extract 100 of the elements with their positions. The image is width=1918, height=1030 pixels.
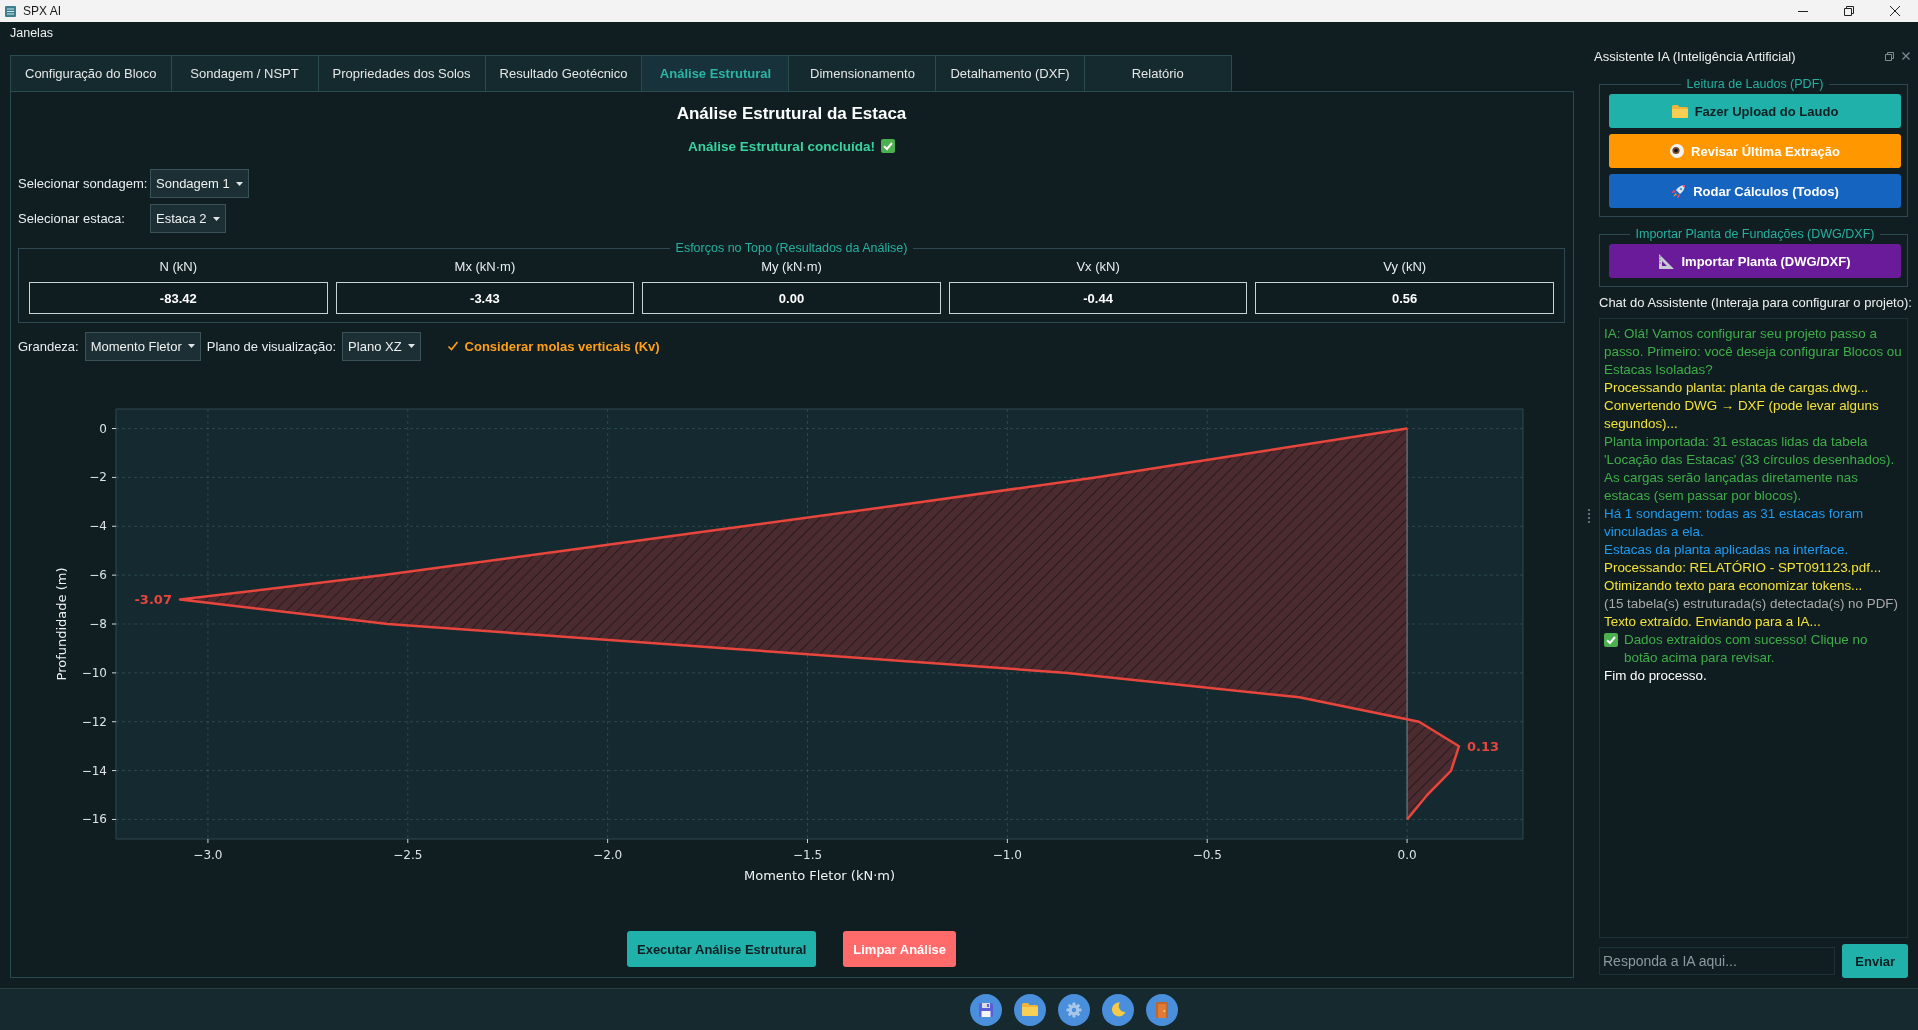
y-tick-label: −12: [81, 714, 107, 729]
import-button[interactable]: Importar Planta (DWG/DXF): [1609, 244, 1901, 278]
eye-icon: [1670, 144, 1685, 158]
y-tick-label: −4: [89, 519, 107, 534]
y-tick-label: −14: [81, 763, 107, 778]
result-field: -3.43: [335, 282, 635, 314]
gear-icon: [1066, 1001, 1082, 1018]
result-field: 0.56: [1255, 282, 1554, 314]
checkbox[interactable]: [446, 340, 459, 352]
upload-button[interactable]: Fazer Upload do Laudo: [1609, 94, 1901, 128]
chat-message: Otimizando texto para economizar tokens...: [1604, 577, 1864, 595]
status-message: Análise Estrutural concluída!: [688, 138, 875, 154]
group-title: Importar Planta de Fundações (DWG/DXF): [1634, 227, 1876, 241]
check-icon: [880, 139, 895, 153]
chat-message: Processando planta: planta de cargas.dwg...: [1604, 379, 1870, 397]
tab[interactable]: Configuração do Bloco: [10, 55, 172, 91]
field-label: Selecionar estaca:: [18, 211, 126, 226]
theme-button[interactable]: [1102, 993, 1134, 1026]
dropdown[interactable]: Plano XZ: [342, 331, 421, 361]
run-analysis-button[interactable]: Executar Análise Estrutural: [627, 931, 817, 967]
chat-message: Fim do processo.: [1604, 667, 1708, 685]
tab[interactable]: Sondagem / NSPT: [170, 55, 319, 91]
value-label: -3.07: [134, 592, 172, 608]
crescent-moon-icon: [1110, 1002, 1126, 1017]
minimize-icon: [1798, 10, 1808, 12]
triangle-ruler-icon: [1659, 253, 1675, 269]
chat-message: Estacas da planta aplicadas na interface.: [1604, 541, 1850, 559]
settings-button[interactable]: [1058, 993, 1090, 1026]
x-tick-label: −1.5: [792, 848, 823, 862]
close-icon: [1890, 6, 1900, 16]
tab[interactable]: Análise Estrutural: [641, 55, 790, 91]
chat-message: Dados extraídos com sucesso! Clique no botão acima para revisar.: [1624, 631, 1869, 667]
chat-message: Planta importada: 31 estacas lidas da tabela 'Locação das Estacas' (33 círculos desenhados). As cargas serão lançadas diretamente nas estacas (sem passar por blocos).: [1604, 433, 1896, 505]
open-button[interactable]: [1014, 993, 1046, 1026]
window-title: SPX AI: [23, 4, 62, 18]
result-field: 0.00: [642, 282, 941, 314]
y-tick-label: −10: [81, 665, 107, 680]
y-tick-label: −6: [89, 568, 107, 583]
dropdown[interactable]: Sondagem 1: [150, 169, 249, 198]
y-axis-label: Profundidade (m): [54, 567, 69, 681]
app-icon: [5, 5, 16, 17]
chat-message: (15 tabela(s) estruturada(s) detectada(s) no PDF): [1604, 595, 1899, 613]
x-tick-label: −0.5: [1192, 848, 1222, 862]
send-button[interactable]: Enviar: [1842, 944, 1908, 978]
tab[interactable]: Relatório: [1083, 55, 1232, 91]
exit-button[interactable]: [1146, 993, 1178, 1026]
close-icon[interactable]: [1902, 52, 1910, 60]
x-tick-label: −2.0: [593, 848, 623, 862]
tab[interactable]: Detalhamento (DXF): [935, 55, 1085, 91]
field-label: Grandeza:: [18, 338, 79, 354]
result-field: -0.44: [948, 282, 1248, 314]
result-label: Vx (kN): [1076, 259, 1120, 275]
dropdown[interactable]: Estaca 2: [150, 204, 226, 233]
undock-icon[interactable]: [1885, 51, 1894, 61]
check-icon: [1604, 633, 1618, 647]
result-label: Vy (kN): [1383, 259, 1427, 275]
save-button[interactable]: [970, 993, 1002, 1026]
folder-icon: [1022, 1003, 1038, 1016]
x-tick-label: −3.0: [193, 848, 223, 862]
y-tick-label: −2: [89, 470, 107, 485]
tab[interactable]: Dimensionamento: [788, 55, 937, 91]
splitter-handle-icon[interactable]: [1588, 509, 1590, 523]
x-tick-label: −1.0: [992, 848, 1022, 862]
rocket-icon: [1671, 183, 1687, 199]
x-tick-label: −2.5: [393, 848, 423, 862]
caret-down-icon: [187, 344, 195, 348]
tab[interactable]: Resultado Geotécnico: [484, 55, 643, 91]
door-icon: [1156, 1001, 1168, 1018]
chat-input-field[interactable]: Responda a IA aqui...: [1599, 947, 1836, 975]
result-label: Mx (kN·m): [454, 259, 516, 275]
chat-message: Há 1 sondagem: todas as 31 estacas foram vinculadas a ela.: [1604, 505, 1865, 541]
value-label: 0.13: [1467, 738, 1500, 754]
caret-down-icon: [235, 181, 243, 186]
field-label: Selecionar sondagem:: [18, 176, 149, 191]
run-button[interactable]: Rodar Cálculos (Todos): [1609, 174, 1901, 208]
x-axis-label: Momento Fletor (kN·m): [743, 868, 896, 883]
dock-title: Assistente IA (Inteligência Artificial): [1594, 48, 1796, 64]
caret-down-icon: [212, 216, 220, 221]
chat-message: Processando: RELATÓRIO - SPT091123.pdf...: [1604, 559, 1883, 577]
tab[interactable]: Propriedades dos Solos: [317, 55, 486, 91]
chat-message: IA: Olá! Vamos configurar seu projeto passo a passo. Primeiro: você deseja configurar Blocos ou Estacas Isoladas?: [1604, 325, 1903, 379]
panel-title: Análise Estrutural da Estaca: [675, 104, 908, 124]
caret-down-icon: [407, 344, 415, 348]
result-field: -83.42: [29, 282, 328, 314]
y-tick-label: −8: [89, 617, 107, 631]
restore-icon: [1844, 6, 1854, 16]
folder-icon: [1671, 104, 1688, 118]
chat-message: Convertendo DWG → DXF (pode levar alguns segundos)...: [1604, 397, 1880, 433]
group-title: Esforços no Topo (Resultados da Análise): [674, 241, 909, 255]
field-label: Plano de visualização:: [206, 338, 337, 354]
dropdown[interactable]: Momento Fletor: [84, 331, 201, 361]
result-label: N (kN): [159, 259, 198, 275]
checkbox-label[interactable]: Considerar molas verticais (Kv): [464, 338, 660, 354]
x-tick-label: 0.0: [1397, 848, 1417, 862]
result-label: My (kN·m): [761, 259, 822, 275]
y-tick-label: 0: [99, 421, 107, 436]
y-tick-label: −16: [81, 812, 107, 827]
menu-item[interactable]: Janelas: [4, 24, 60, 42]
group-title: Leitura de Laudos (PDF): [1685, 77, 1825, 91]
chat-message: Texto extraído. Enviando para a IA...: [1604, 613, 1822, 631]
